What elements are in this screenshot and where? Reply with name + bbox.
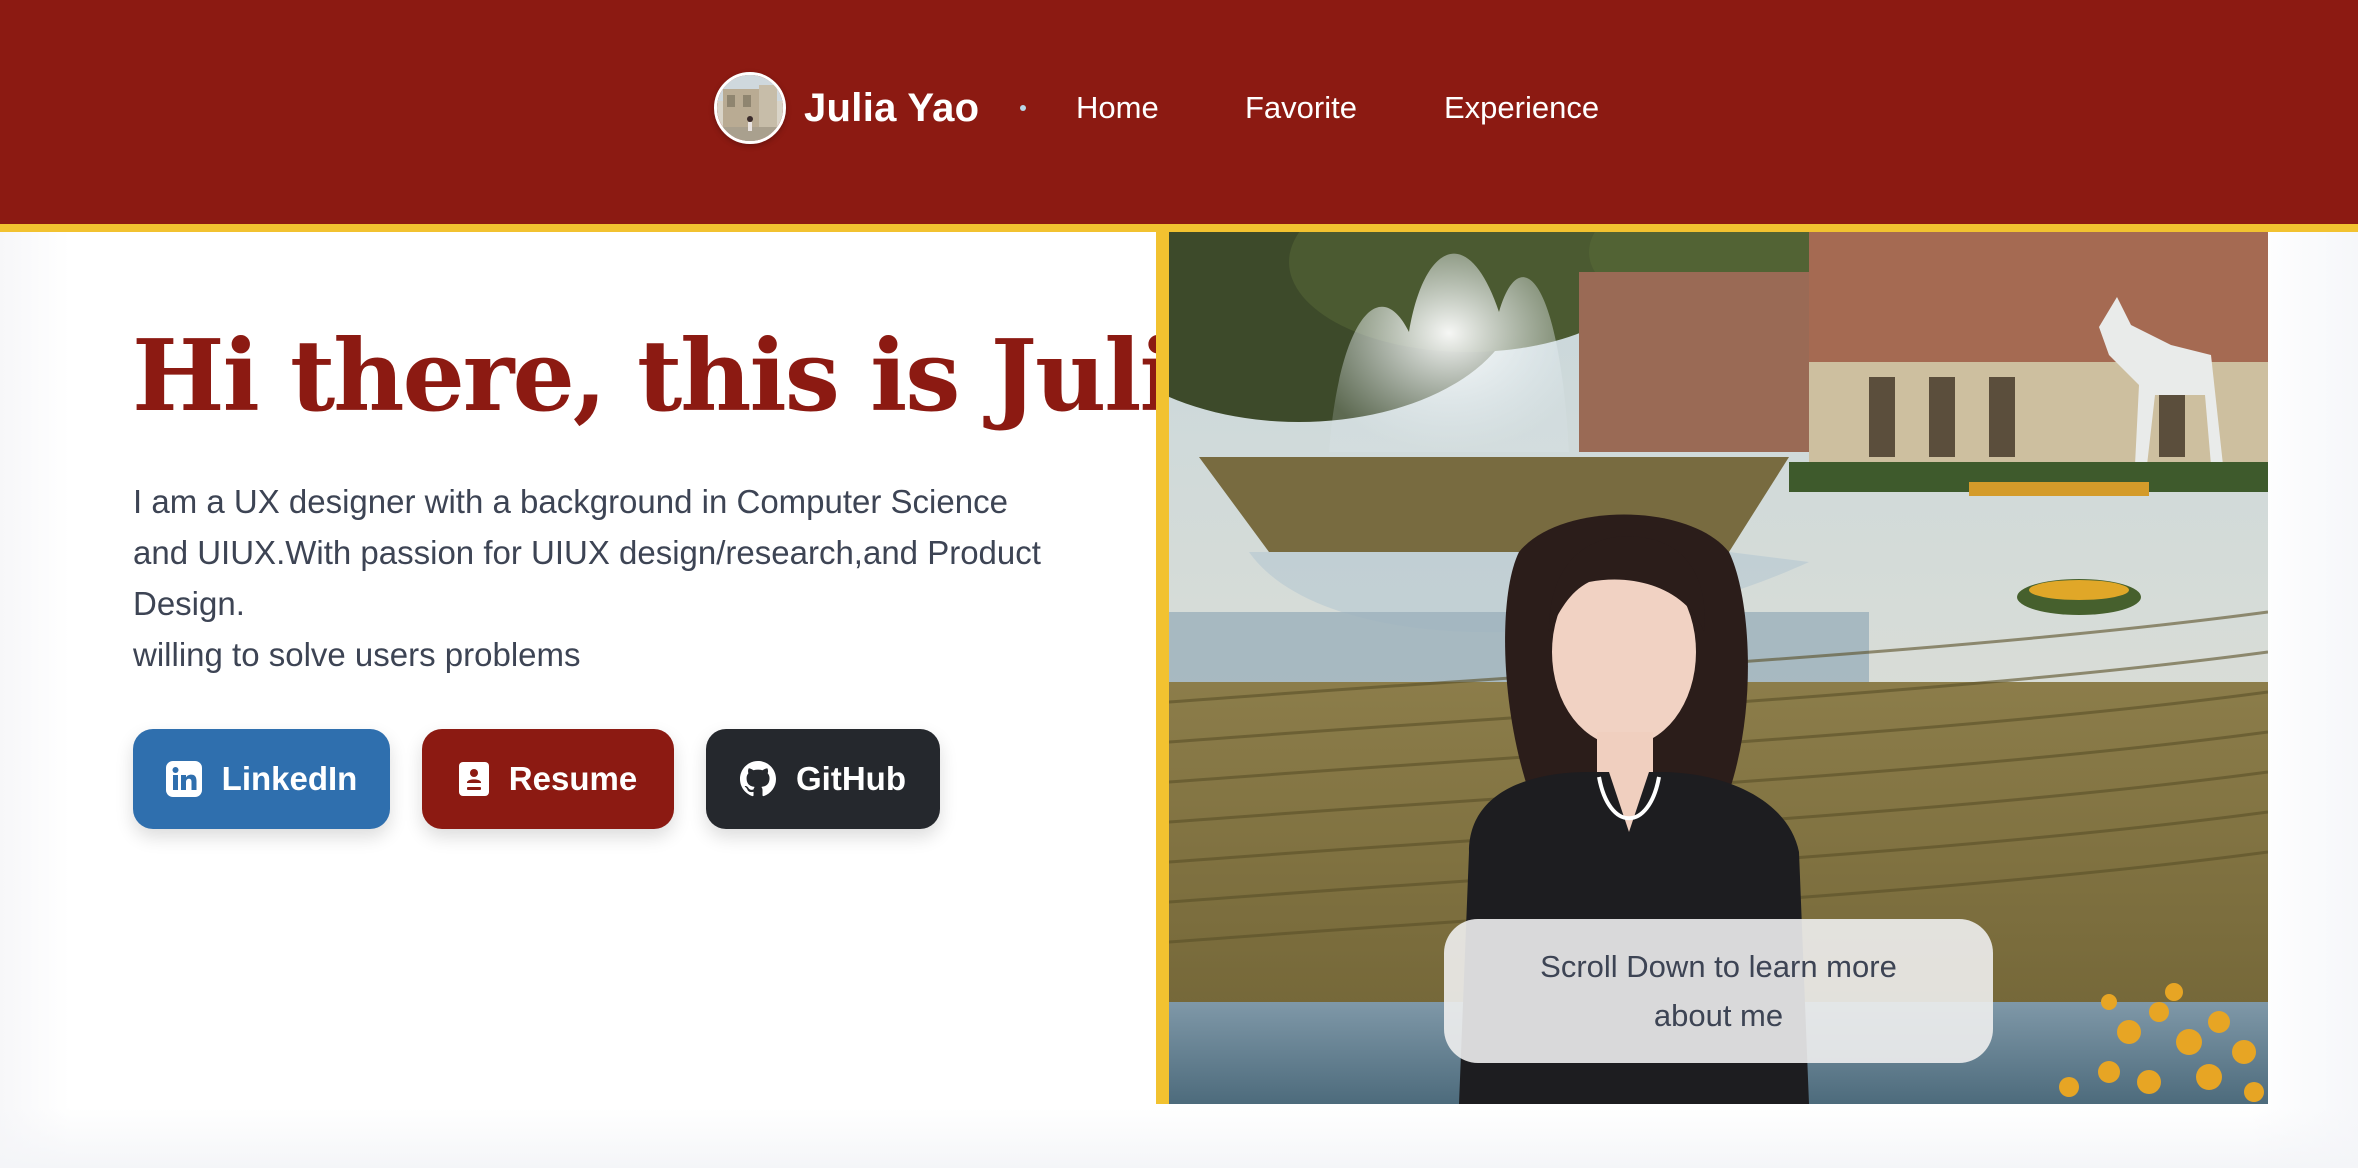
avatar-photo-icon [717,75,783,141]
hero-description-line: willing to solve users problems [133,636,581,673]
avatar [714,72,786,144]
linkedin-button[interactable]: LinkedIn [133,729,390,829]
page: Julia Yao Home Favorite Experience Hi th… [0,0,2358,1168]
github-button[interactable]: GitHub [706,729,940,829]
separator-dot [1020,105,1026,111]
social-buttons: LinkedIn Resume GitHub [133,729,940,829]
linkedin-icon [165,761,202,797]
scroll-down-hint: Scroll Down to learn more about me [1444,919,1993,1063]
nav-home[interactable]: Home [1076,84,1159,132]
resume-icon [458,762,489,796]
brand[interactable]: Julia Yao [714,72,979,144]
hero-description-line: Design. [133,585,245,622]
github-button-label: GitHub [796,760,906,797]
hero-description-line: and UIUX.With passion for UIUX design/re… [133,534,1041,571]
top-navigation-bar: Julia Yao Home Favorite Experience [0,0,2358,232]
hero-description: I am a UX designer with a background in … [133,476,1093,680]
nav-favorite[interactable]: Favorite [1245,84,1357,132]
resume-button[interactable]: Resume [422,729,674,829]
linkedin-button-label: LinkedIn [221,760,358,797]
github-icon [740,761,776,797]
hero-title: Hi there, this is Julia [132,319,1238,434]
resume-button-label: Resume [508,760,638,797]
hero-description-line: I am a UX designer with a background in … [133,483,1008,520]
brand-name[interactable]: Julia Yao [804,86,979,131]
nav-experience[interactable]: Experience [1444,84,1599,132]
